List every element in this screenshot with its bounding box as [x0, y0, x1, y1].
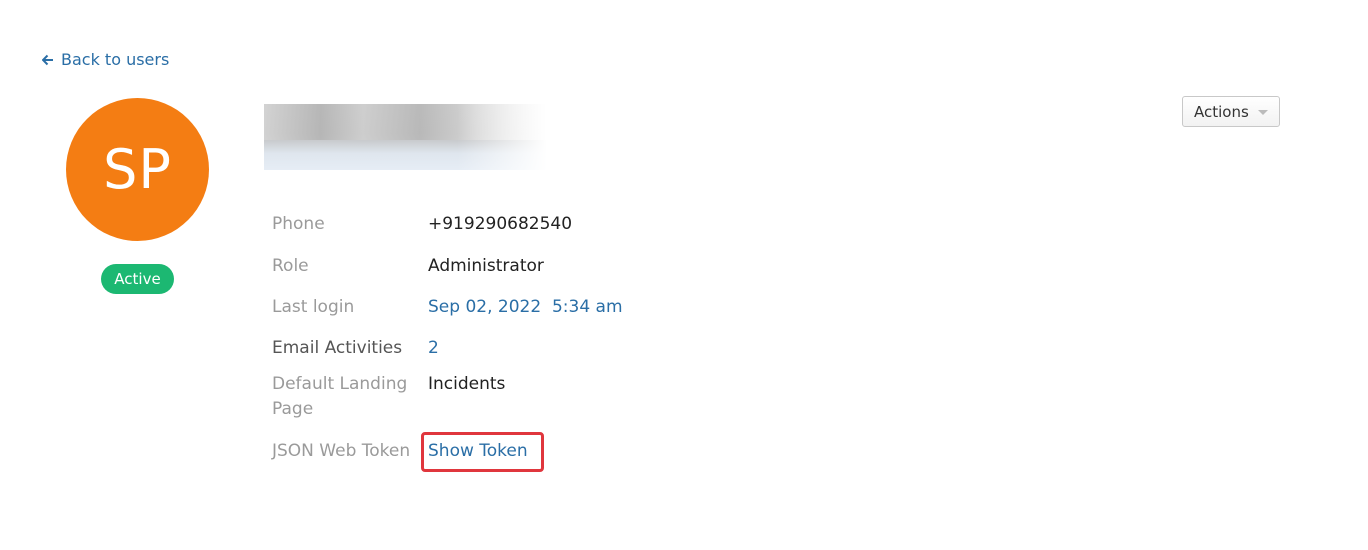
role-label: Role [272, 256, 309, 276]
default-landing-page-label: Default Landing Page [272, 374, 408, 419]
email-activities-value[interactable]: 2 [428, 336, 439, 360]
actions-label: Actions [1194, 102, 1249, 121]
detail-row-json-web-token: JSON Web Token [272, 439, 428, 463]
status-badge: Active [101, 264, 174, 294]
email-activities-label: Email Activities [272, 338, 403, 358]
avatar-initials: SP [103, 138, 172, 201]
avatar: SP [66, 98, 209, 241]
detail-row-last-login: Last login Sep 02, 2022 5:34 am [272, 295, 623, 319]
phone-label: Phone [272, 214, 325, 234]
detail-row-phone: Phone +919290682540 [272, 212, 572, 236]
actions-button[interactable]: Actions [1182, 96, 1280, 127]
arrow-left-icon [42, 54, 54, 66]
back-to-users-label: Back to users [61, 50, 170, 69]
detail-row-email-activities: Email Activities 2 [272, 336, 439, 360]
detail-row-role: Role Administrator [272, 254, 544, 278]
back-to-users-link[interactable]: Back to users [42, 50, 169, 69]
role-value: Administrator [428, 256, 544, 276]
detail-row-default-landing-page: Default Landing Page Incidents [272, 372, 505, 422]
show-token-link[interactable]: Show Token [428, 439, 528, 463]
json-web-token-label: JSON Web Token [272, 441, 411, 461]
status-label: Active [114, 270, 161, 288]
caret-down-icon [1258, 110, 1268, 115]
default-landing-page-value: Incidents [428, 374, 506, 394]
user-name-redacted [264, 104, 547, 170]
last-login-label: Last login [272, 297, 355, 317]
phone-value: +919290682540 [428, 214, 573, 234]
last-login-value[interactable]: Sep 02, 2022 5:34 am [428, 295, 623, 319]
